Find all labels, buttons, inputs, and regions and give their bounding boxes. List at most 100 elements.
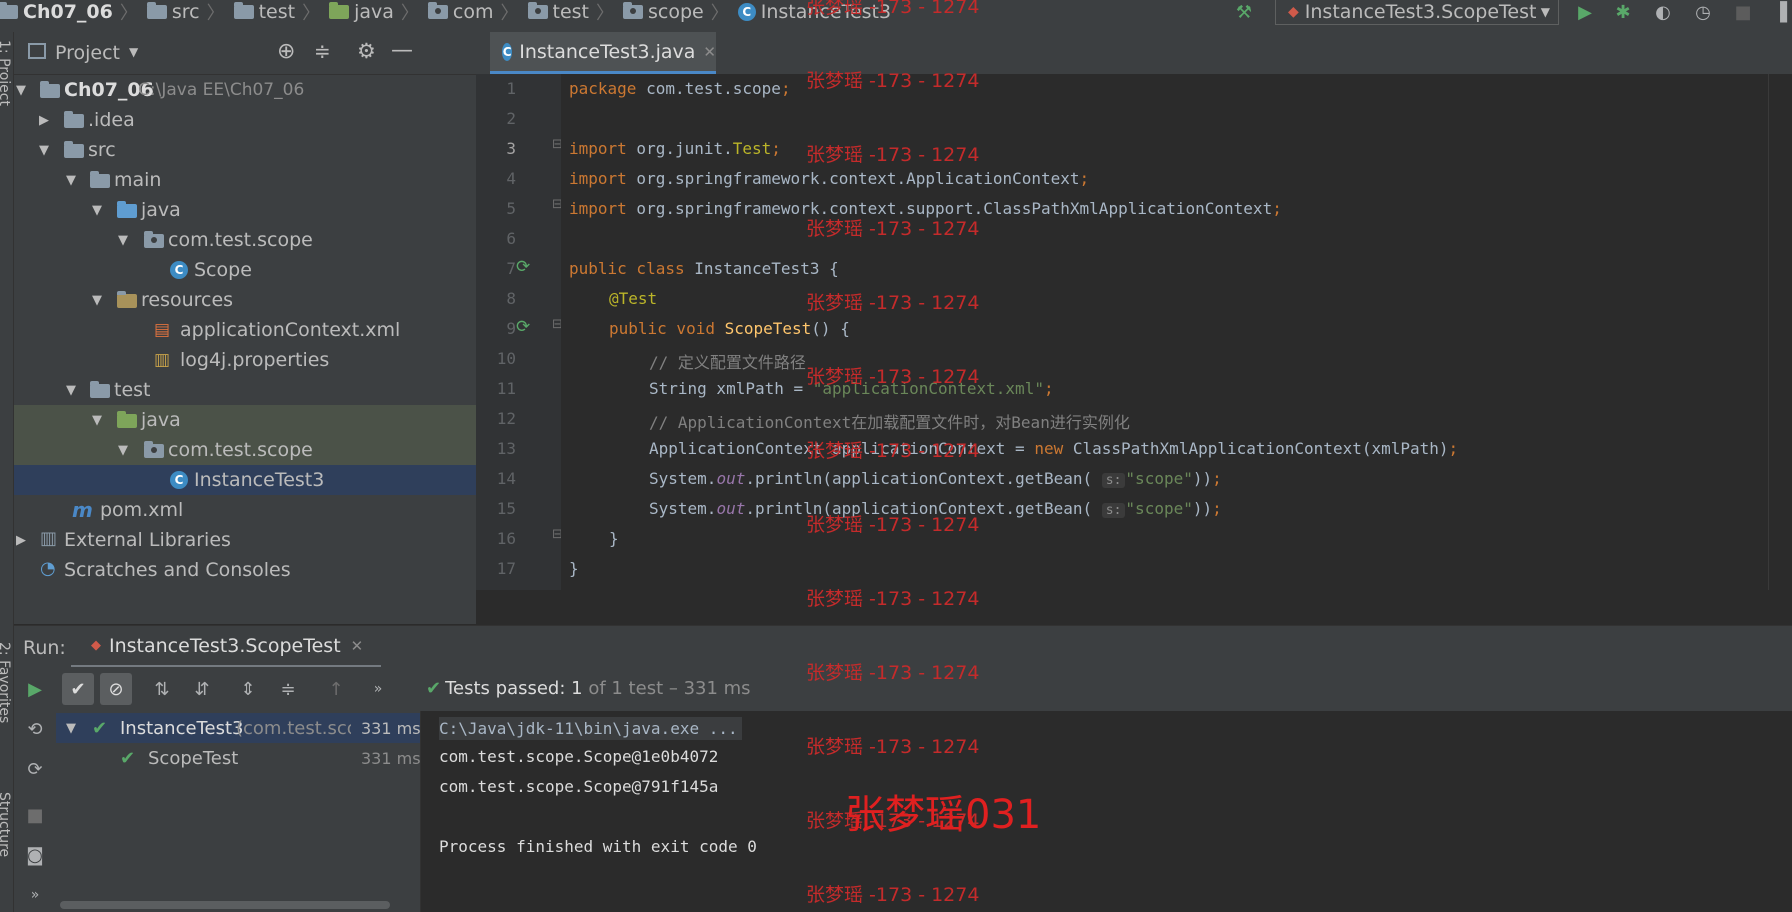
console-output[interactable]: C:\Java\jdk-11\bin\java.exe ... com.test… [421, 711, 1792, 912]
tree-item-main-java[interactable]: ▼ java [14, 195, 476, 225]
more-icon[interactable]: » [362, 673, 394, 705]
editor-tab-bar: C InstanceTest3.java ✕ [476, 32, 1792, 75]
breadcrumb-separator: 〉 [500, 3, 519, 24]
line-number: 15 [496, 499, 516, 518]
tree-item-instancetest3[interactable]: C InstanceTest3 [14, 465, 476, 495]
test-status: ✔ Tests passed: 1 of 1 test – 331 ms [426, 678, 751, 699]
collapse-all-icon[interactable]: ≑ [272, 673, 304, 705]
breadcrumb-item[interactable]: src [146, 1, 200, 23]
hide-icon[interactable]: — [391, 38, 413, 63]
profile-icon[interactable]: ◷ [1693, 2, 1713, 23]
chevron-right-icon[interactable]: ▶ [39, 113, 53, 128]
collapse-all-icon[interactable]: ≑ [314, 39, 331, 63]
run-icon[interactable]: ▶ [1575, 2, 1595, 23]
toggle-auto-test-icon[interactable]: ⟳ [19, 753, 51, 785]
horizontal-scrollbar[interactable] [60, 901, 390, 909]
gear-icon[interactable]: ⚙ [357, 39, 376, 63]
code-line-13: ApplicationContext applicationContext = … [649, 439, 1459, 458]
module-folder-icon [40, 81, 60, 98]
chevron-down-icon[interactable]: ▼ [92, 413, 106, 428]
stop-icon[interactable]: ■ [1733, 2, 1753, 23]
breadcrumb-item[interactable]: scope [623, 1, 704, 23]
tree-item-idea[interactable]: ▶ .idea [14, 105, 476, 135]
camera-icon[interactable]: ◙ [19, 839, 51, 871]
chevron-down-icon[interactable]: ▼ [66, 173, 80, 188]
tree-item-external-libraries[interactable]: ▶ ▥ External Libraries [14, 525, 476, 555]
tree-item-log4j-properties[interactable]: ▥ log4j.properties [14, 345, 476, 375]
console-line: C:\Java\jdk-11\bin\java.exe ... [439, 717, 742, 740]
tree-item-pom-xml[interactable]: m pom.xml [14, 495, 476, 525]
chevron-down-icon[interactable]: ▼ [118, 233, 132, 248]
folder-icon [233, 2, 254, 19]
structure-tool-button[interactable]: Structure [0, 792, 12, 857]
debug-icon[interactable]: ✱ [1613, 2, 1633, 23]
package-icon [427, 2, 448, 19]
tree-item-ch07-06[interactable]: ▼ Ch07_06 C:\Java EE\Ch07_06 [14, 75, 476, 105]
breadcrumb-item[interactable]: Ch07_06 [0, 1, 113, 23]
tree-item-main-package[interactable]: ▼ com.test.scope [14, 225, 476, 255]
previous-test-icon[interactable]: ↑ [320, 673, 352, 705]
more-icon[interactable]: » [19, 879, 51, 911]
test-row-instancetest3[interactable]: ▼ ✔ InstanceTest3 (com.test.sco 331 ms [56, 713, 421, 743]
line-number: 17 [496, 559, 516, 578]
toolbar-overflow-icon[interactable]: ▐ [1770, 2, 1790, 23]
chevron-down-icon[interactable]: ▼ [92, 293, 106, 308]
chevron-down-icon[interactable]: ▼ [16, 83, 30, 98]
tab-instancetest3-java[interactable]: C InstanceTest3.java ✕ [490, 32, 716, 74]
close-icon[interactable]: ✕ [351, 637, 364, 655]
editor-scrollbar[interactable] [1768, 74, 1792, 590]
sort-alphabetically-icon[interactable]: ⇅ [146, 673, 178, 705]
chevron-down-icon[interactable]: ▼ [39, 143, 53, 158]
show-passed-icon[interactable]: ✔ [62, 673, 94, 705]
locate-icon[interactable]: ⊕ [277, 39, 295, 64]
test-results-tree: ▼ ✔ InstanceTest3 (com.test.sco 331 ms ✔… [56, 711, 421, 912]
tree-item-main[interactable]: ▼ main [14, 165, 476, 195]
chevron-down-icon[interactable]: ▼ [66, 721, 76, 736]
breadcrumb-item[interactable]: test [527, 1, 589, 23]
chevron-right-icon[interactable]: ▶ [16, 533, 30, 548]
watermark-large-text: 张梦瑶031 [845, 792, 1042, 838]
tree-item-test-package[interactable]: ▼ com.test.scope [14, 435, 476, 465]
folder-icon [90, 171, 110, 188]
rerun-icon[interactable]: ▶ [19, 673, 51, 705]
close-icon[interactable]: ✕ [703, 43, 716, 61]
project-tool-button[interactable]: 1: Project [0, 40, 12, 106]
folder-icon [64, 141, 84, 158]
chevron-down-icon[interactable]: ▼ [118, 443, 132, 458]
line-number: 13 [496, 439, 516, 458]
test-row-scopetest[interactable]: ✔ ScopeTest 331 ms [56, 743, 421, 773]
tree-item-scratches[interactable]: ◔ Scratches and Consoles [14, 555, 476, 585]
code-line-8: @Test [609, 289, 658, 308]
resources-folder-icon [117, 291, 137, 308]
line-number: 14 [496, 469, 516, 488]
watermark-text: 张梦瑶 -173 - 1274 [806, 662, 980, 684]
breadcrumb-item[interactable]: test [233, 1, 295, 23]
run-configuration-select[interactable]: ◆ InstanceTest3.ScopeTest ▼ [1275, 0, 1559, 25]
rerun-failed-icon[interactable]: ⟲ [19, 713, 51, 745]
breadcrumb-item[interactable]: com [427, 1, 494, 23]
run-test-gutter-icon[interactable]: ⟳ [516, 317, 530, 337]
tree-item-applicationcontext-xml[interactable]: ▤ applicationContext.xml [14, 315, 476, 345]
tab-run-instancetest3-scopetest[interactable]: ◆ InstanceTest3.ScopeTest ✕ [71, 626, 381, 668]
tree-item-test-java[interactable]: ▼ java [14, 405, 476, 435]
tree-item-resources[interactable]: ▼ resources [14, 285, 476, 315]
chevron-down-icon[interactable]: ▼ [92, 203, 106, 218]
sort-by-duration-icon[interactable]: ⇵ [186, 673, 218, 705]
tree-item-test[interactable]: ▼ test [14, 375, 476, 405]
tree-item-scope[interactable]: C Scope [14, 255, 476, 285]
chevron-down-icon[interactable]: ▼ [129, 45, 138, 59]
coverage-icon[interactable]: ◐ [1653, 2, 1673, 23]
check-icon: ✔ [426, 678, 442, 699]
project-view-title[interactable]: Project [55, 42, 120, 64]
build-hammer-icon[interactable]: ⚒ [1234, 2, 1254, 23]
expand-all-icon[interactable]: ⇕ [232, 673, 264, 705]
tree-item-src[interactable]: ▼ src [14, 135, 476, 165]
show-ignored-icon[interactable]: ⊘ [100, 673, 132, 705]
chevron-down-icon[interactable]: ▼ [66, 383, 80, 398]
breadcrumb-item[interactable]: java [329, 1, 394, 23]
run-test-gutter-icon[interactable]: ⟳ [516, 257, 530, 277]
line-number: 7 [506, 259, 516, 278]
stop-icon[interactable]: ■ [19, 799, 51, 831]
favorites-tool-button[interactable]: 2: Favorites [0, 642, 12, 723]
code-editor[interactable]: package com.test.scope; import org.junit… [561, 74, 1768, 590]
